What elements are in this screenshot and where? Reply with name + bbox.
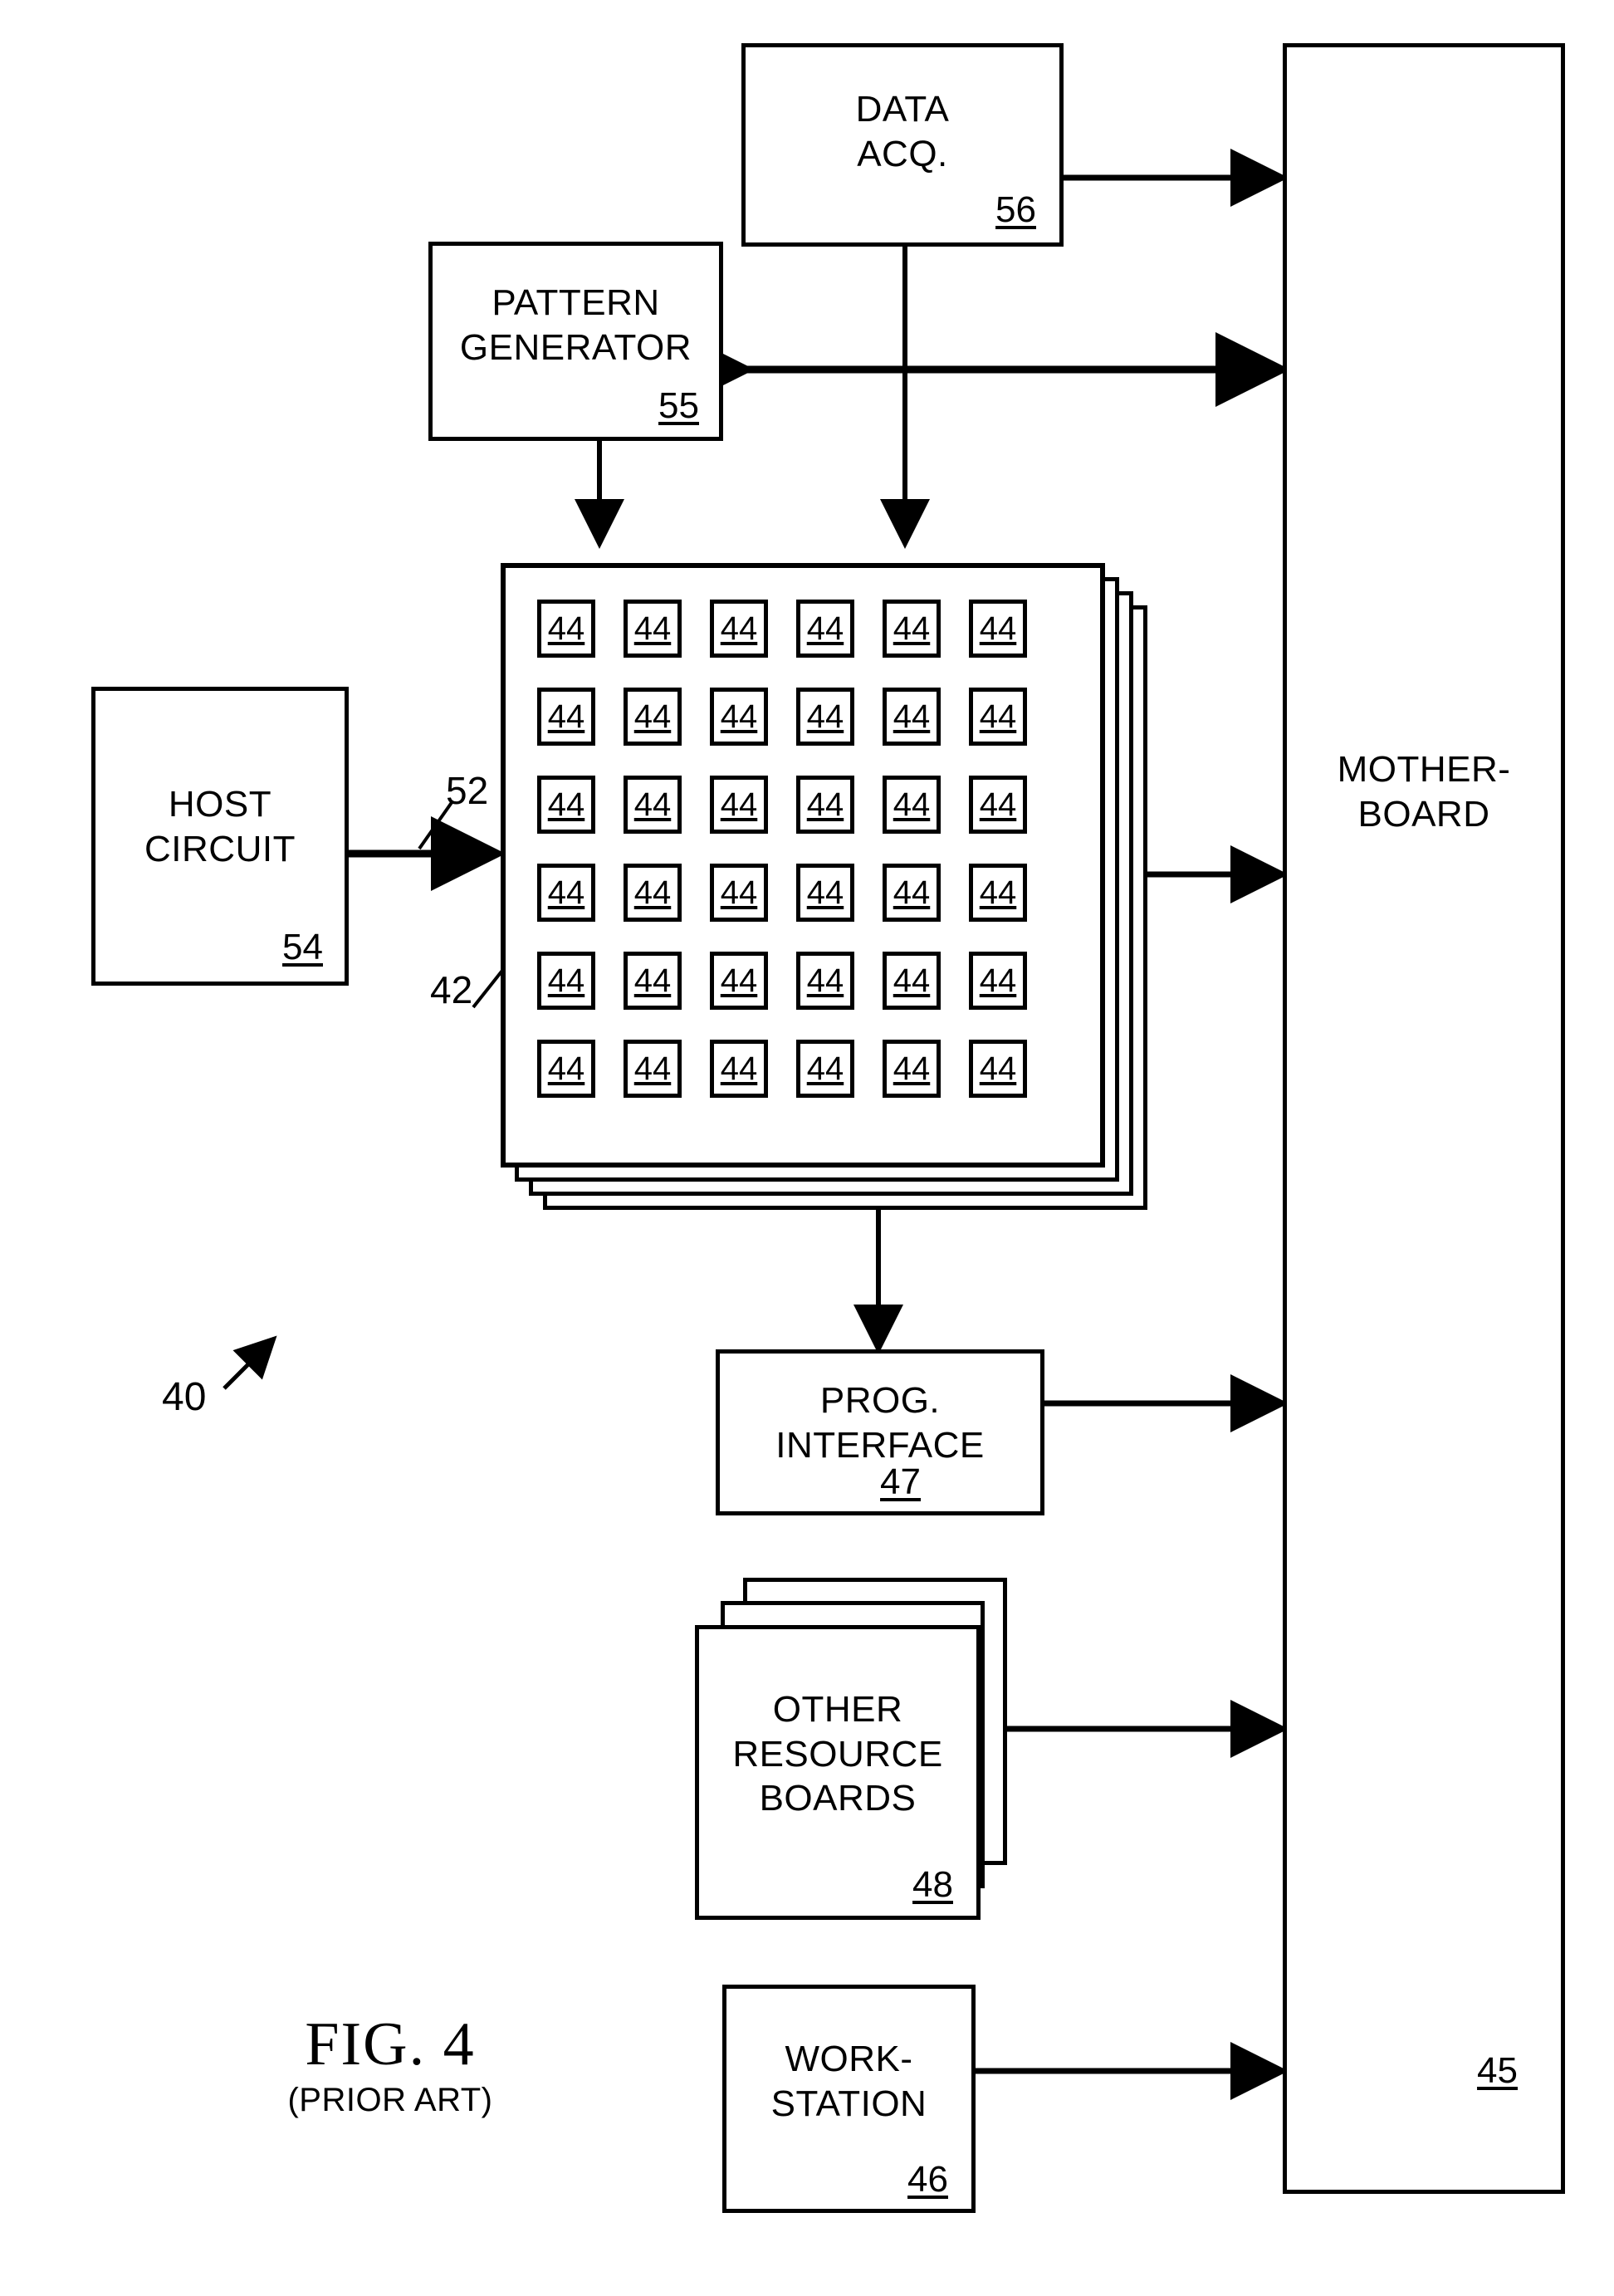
device-cell-grid: 44 44 44 44 44 44 44 44 44 44 44 44 44 4… — [537, 600, 1027, 1098]
pattern-generator-label: PATTERN GENERATOR — [459, 282, 692, 368]
figure-caption: FIG. 4 (PRIOR ART) — [216, 2014, 565, 2119]
device-cell[interactable]: 44 — [883, 688, 941, 746]
device-cell[interactable]: 44 — [969, 1040, 1027, 1098]
block-other-resource-boards[interactable]: OTHER RESOURCE BOARDS 48 — [695, 1625, 981, 1920]
ref-56: 56 — [995, 189, 1036, 230]
device-cell[interactable]: 44 — [969, 776, 1027, 834]
prog-interface-label: PROG. INTERFACE — [775, 1380, 985, 1466]
device-cell[interactable]: 44 — [624, 600, 682, 658]
device-cell[interactable]: 44 — [796, 1040, 854, 1098]
device-cell[interactable]: 44 — [624, 952, 682, 1010]
block-motherboard[interactable]: MOTHER- BOARD 45 — [1283, 43, 1565, 2194]
block-workstation[interactable]: WORK- STATION 46 — [722, 1985, 976, 2213]
ref-52: 52 — [446, 769, 489, 812]
ref-54: 54 — [282, 927, 323, 967]
device-cell[interactable]: 44 — [796, 600, 854, 658]
device-cell[interactable]: 44 — [969, 952, 1027, 1010]
device-cell[interactable]: 44 — [710, 864, 768, 922]
device-cell[interactable]: 44 — [796, 688, 854, 746]
device-cell[interactable]: 44 — [624, 1040, 682, 1098]
ref-46: 46 — [907, 2159, 948, 2200]
device-cell[interactable]: 44 — [537, 600, 595, 658]
device-cell[interactable]: 44 — [537, 1040, 595, 1098]
device-cell[interactable]: 44 — [969, 864, 1027, 922]
device-cell[interactable]: 44 — [883, 600, 941, 658]
device-cell[interactable]: 44 — [624, 864, 682, 922]
device-cell[interactable]: 44 — [710, 688, 768, 746]
host-circuit-label: HOST CIRCUIT — [144, 784, 296, 869]
device-cell[interactable]: 44 — [537, 952, 595, 1010]
device-cell[interactable]: 44 — [537, 864, 595, 922]
figure-subtitle: (PRIOR ART) — [287, 2082, 493, 2118]
device-cell[interactable]: 44 — [796, 864, 854, 922]
device-cell[interactable]: 44 — [710, 952, 768, 1010]
motherboard-label: MOTHER- BOARD — [1337, 749, 1511, 835]
ref-48: 48 — [912, 1864, 953, 1905]
block-host-circuit[interactable]: HOST CIRCUIT 54 — [91, 687, 349, 986]
device-cell[interactable]: 44 — [710, 600, 768, 658]
device-cell[interactable]: 44 — [969, 688, 1027, 746]
workstation-label: WORK- STATION — [770, 2039, 927, 2124]
figure-title: FIG. 4 — [305, 2010, 476, 2078]
device-cell[interactable]: 44 — [796, 952, 854, 1010]
ref-45: 45 — [1477, 2050, 1518, 2091]
device-cell[interactable]: 44 — [710, 1040, 768, 1098]
device-cell[interactable]: 44 — [537, 688, 595, 746]
device-cell[interactable]: 44 — [796, 776, 854, 834]
patent-figure-4: DATA ACQ. 56 PATTERN GENERATOR 55 HOST C… — [0, 0, 1614, 2296]
leader-arrow-40 — [223, 1335, 277, 1390]
device-cell[interactable]: 44 — [969, 600, 1027, 658]
ref-47: 47 — [880, 1461, 921, 1502]
block-data-acq[interactable]: DATA ACQ. 56 — [741, 43, 1064, 247]
device-cell[interactable]: 44 — [710, 776, 768, 834]
block-prog-interface[interactable]: PROG. INTERFACE 47 — [716, 1349, 1044, 1515]
device-cell[interactable]: 44 — [883, 952, 941, 1010]
ref-40: 40 — [162, 1375, 207, 1419]
ref-42: 42 — [430, 968, 473, 1011]
other-resource-boards-label: OTHER RESOURCE BOARDS — [732, 1689, 943, 1819]
resource-board-front[interactable]: 44 44 44 44 44 44 44 44 44 44 44 44 44 4… — [501, 563, 1105, 1168]
device-cell[interactable]: 44 — [883, 1040, 941, 1098]
device-cell[interactable]: 44 — [883, 864, 941, 922]
device-cell[interactable]: 44 — [883, 776, 941, 834]
device-cell[interactable]: 44 — [624, 688, 682, 746]
device-cell[interactable]: 44 — [537, 776, 595, 834]
block-pattern-generator[interactable]: PATTERN GENERATOR 55 — [428, 242, 723, 441]
device-cell[interactable]: 44 — [624, 776, 682, 834]
ref-55: 55 — [658, 385, 699, 426]
data-acq-label: DATA ACQ. — [855, 89, 950, 174]
